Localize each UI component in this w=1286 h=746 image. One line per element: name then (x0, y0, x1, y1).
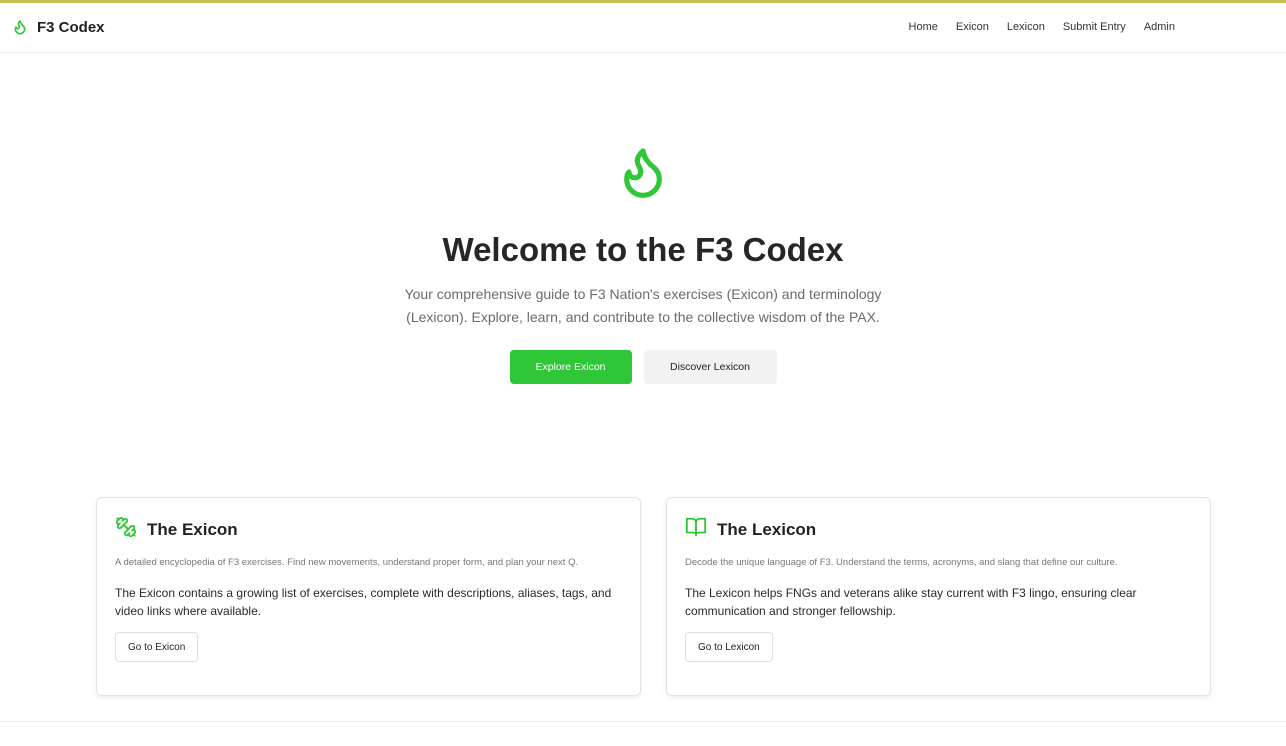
lexicon-card-body: The Lexicon helps FNGs and veterans alik… (685, 586, 1137, 618)
exicon-card-header: The Exicon (115, 516, 622, 543)
flame-icon (12, 18, 28, 36)
brand-name: F3 Codex (37, 18, 105, 36)
brand-link[interactable]: F3 Codex (12, 18, 105, 36)
nav-exicon[interactable]: Exicon (956, 21, 989, 33)
nav-submit-entry[interactable]: Submit Entry (1063, 21, 1126, 33)
explore-exicon-button[interactable]: Explore Exicon (509, 350, 632, 384)
lexicon-card-description: Decode the unique language of F3. Unders… (685, 557, 1118, 568)
exicon-card-title: The Exicon (147, 519, 238, 539)
hero-section: Welcome to the F3 Codex Your comprehensi… (0, 140, 1286, 384)
hero-title: Welcome to the F3 Codex (442, 231, 844, 268)
discover-lexicon-button[interactable]: Discover Lexicon (643, 350, 777, 384)
dumbbell-icon (115, 516, 137, 543)
open-book-icon (685, 516, 707, 543)
exicon-card: The Exicon A detailed encyclopedia of F3… (96, 497, 641, 696)
nav-home[interactable]: Home (909, 21, 938, 33)
footer-divider (0, 721, 1286, 722)
nav-lexicon[interactable]: Lexicon (1007, 21, 1045, 33)
lexicon-card-title: The Lexicon (717, 519, 817, 539)
hero-actions: Explore Exicon Discover Lexicon (0, 350, 1286, 384)
top-navbar: F3 Codex Home Exicon Lexicon Submit Entr… (0, 3, 1286, 53)
lexicon-card: The Lexicon Decode the unique language o… (666, 497, 1211, 696)
nav-admin[interactable]: Admin (1144, 21, 1175, 33)
go-to-exicon-button[interactable]: Go to Exicon (115, 632, 199, 662)
go-to-lexicon-button[interactable]: Go to Lexicon (685, 632, 773, 662)
main-nav: Home Exicon Lexicon Submit Entry Admin (909, 21, 1175, 33)
lexicon-card-header: The Lexicon (685, 516, 1192, 543)
exicon-card-description: A detailed encyclopedia of F3 exercises.… (115, 557, 579, 568)
exicon-card-body: The Exicon contains a growing list of ex… (115, 586, 612, 618)
hero-subtitle: Your comprehensive guide to F3 Nation's … (404, 286, 882, 325)
flame-icon (615, 140, 671, 209)
